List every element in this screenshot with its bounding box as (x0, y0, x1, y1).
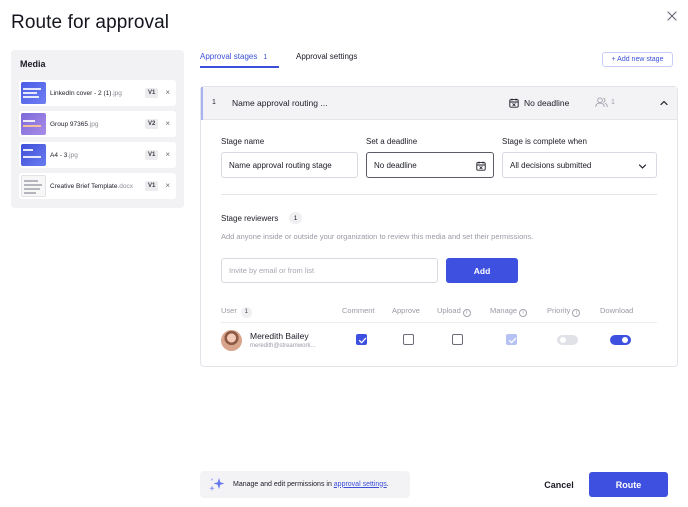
chevron-down-icon (638, 164, 647, 169)
section-divider (221, 194, 657, 195)
stage-reviewers-label: Stage reviewers (221, 214, 279, 223)
note-suffix: . (386, 480, 389, 488)
stage-header[interactable]: 1 Name approval routing ... No deadline … (201, 87, 677, 120)
stage-card: 1 Name approval routing ... No deadline … (200, 86, 678, 367)
upload-checkbox[interactable] (452, 334, 463, 345)
close-icon[interactable] (664, 8, 680, 24)
calendar-icon (476, 161, 486, 171)
users-icon (595, 97, 608, 108)
chevron-up-icon[interactable] (659, 98, 669, 108)
add-new-stage-button[interactable]: + Add new stage (602, 52, 673, 67)
info-icon[interactable]: i (572, 309, 581, 317)
reviewer-email: meredith@streamwork... (250, 343, 316, 349)
media-thumbnail (21, 82, 46, 104)
stage-name-field[interactable]: Name approval routing stage (221, 152, 358, 178)
remove-media-icon[interactable]: × (165, 120, 170, 128)
add-reviewer-button[interactable]: Add (446, 258, 518, 283)
media-thumbnail (21, 175, 46, 197)
version-badge: V1 (144, 181, 159, 191)
priority-toggle[interactable] (557, 335, 578, 345)
info-icon[interactable]: i (462, 309, 471, 317)
media-name: Creative Brief Template (50, 182, 118, 190)
media-name: Group 97365 (50, 120, 88, 128)
col-user-label: User (221, 306, 237, 315)
media-panel: Media LinkedIn cover - 2 (1).jpg V1 × Gr… (11, 50, 184, 208)
tab-approval-stages[interactable]: Approval stages 1 (200, 52, 267, 61)
col-manage-label: Manage (490, 306, 518, 315)
tab-approval-stages-label: Approval stages (200, 52, 258, 61)
col-upload-label: Upload (437, 306, 461, 315)
stage-reviewers-description: Add anyone inside or outside your organi… (221, 232, 534, 241)
tab-stages-count: 1 (263, 54, 268, 61)
calendar-icon (509, 98, 519, 108)
stage-reviewers-count: 1 (289, 212, 302, 224)
user-count-badge: 1 (240, 307, 252, 318)
note-text: Manage and edit permissions in (233, 480, 334, 488)
download-toggle[interactable] (610, 335, 631, 345)
cancel-button[interactable]: Cancel (536, 476, 582, 494)
col-manage: Manage i (490, 306, 528, 317)
deadline-label: Set a deadline (366, 137, 418, 146)
permissions-note: Manage and edit permissions in approval … (200, 471, 410, 498)
complete-when-label: Stage is complete when (502, 137, 587, 146)
media-thumbnail (21, 144, 46, 166)
approve-checkbox[interactable] (403, 334, 414, 345)
remove-media-icon[interactable]: × (165, 182, 170, 190)
stage-deadline-summary: No deadline (524, 98, 570, 108)
media-item[interactable]: A4 - 3.jpg V1 × (19, 142, 176, 168)
media-ext: .jpg (111, 89, 122, 97)
table-divider (221, 322, 657, 323)
version-badge: V1 (144, 88, 159, 98)
complete-when-value: All decisions submitted (510, 160, 592, 170)
comment-checkbox[interactable] (356, 334, 367, 345)
media-ext: .jpg (87, 120, 99, 128)
avatar (221, 330, 242, 351)
manage-checkbox (506, 334, 517, 345)
media-name: A4 - 3 (50, 151, 68, 159)
reviewer-name: Meredith Bailey (250, 331, 309, 341)
invite-input[interactable] (221, 258, 438, 283)
col-download: Download (600, 306, 634, 315)
approval-settings-link[interactable]: approval settings (334, 481, 387, 488)
col-upload: Upload i (437, 306, 471, 317)
col-user: User 1 (221, 306, 252, 318)
deadline-value: No deadline (374, 160, 417, 170)
media-item[interactable]: LinkedIn cover - 2 (1).jpg V1 × (19, 80, 176, 106)
info-icon[interactable]: i (519, 309, 528, 317)
deadline-field[interactable]: No deadline (366, 152, 494, 178)
stage-reviewers-summary: 1 (611, 99, 615, 106)
col-comment: Comment (342, 306, 375, 315)
version-badge: V2 (144, 119, 159, 129)
stage-number: 1 (212, 99, 216, 106)
media-heading: Media (20, 59, 46, 69)
media-name: LinkedIn cover - 2 (1) (50, 89, 112, 97)
col-priority: Priority i (547, 306, 581, 317)
sparkle-icon (209, 478, 225, 492)
route-button[interactable]: Route (589, 472, 668, 497)
media-ext: .jpg (67, 151, 78, 159)
media-thumbnail (21, 113, 46, 135)
dialog-title: Route for approval (11, 12, 170, 33)
remove-media-icon[interactable]: × (165, 89, 170, 97)
media-item[interactable]: Creative Brief Template.docx V1 × (19, 173, 176, 199)
active-tab-indicator (200, 66, 279, 68)
stage-title: Name approval routing ... (232, 98, 328, 108)
media-ext: .docx (117, 182, 133, 190)
media-item[interactable]: Group 97365.jpg V2 × (19, 111, 176, 137)
complete-when-select[interactable]: All decisions submitted (502, 152, 657, 178)
tab-approval-settings[interactable]: Approval settings (296, 52, 357, 61)
remove-media-icon[interactable]: × (165, 151, 170, 159)
col-priority-label: Priority (547, 306, 571, 315)
col-approve: Approve (392, 306, 420, 315)
stage-name-label: Stage name (221, 137, 265, 146)
version-badge: V1 (144, 150, 159, 160)
